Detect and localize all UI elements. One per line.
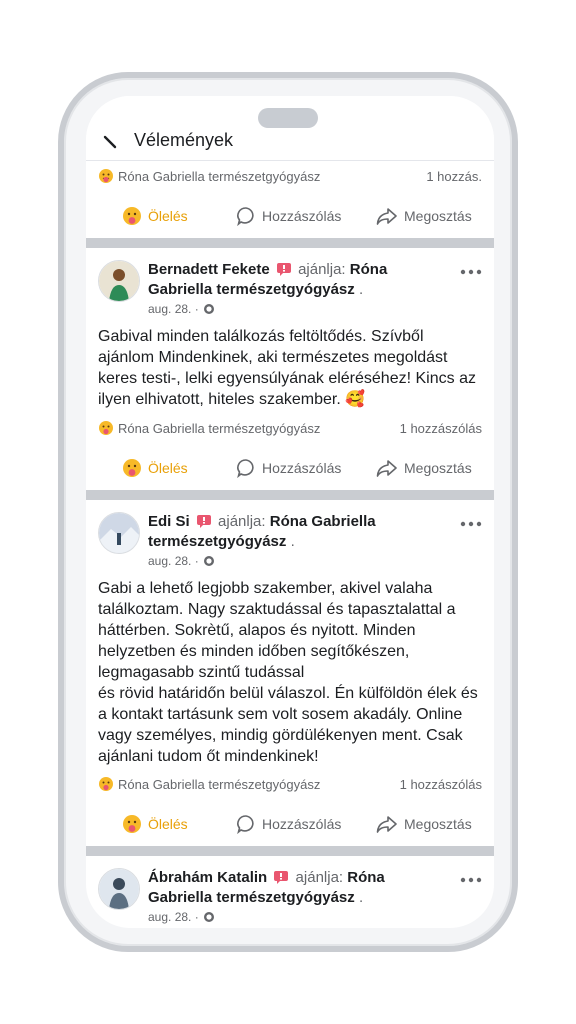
post-text-paragraph: és rövid határidőn belül válaszol. Én kü… — [98, 685, 478, 765]
section-divider — [86, 238, 494, 248]
share-label: Megosztás — [404, 816, 472, 832]
comment-label: Hozzászólás — [262, 460, 342, 476]
post-text: Gabi a lehető legjobb szakember, akivel … — [98, 578, 482, 767]
hug-button[interactable]: Ölelés — [122, 448, 188, 488]
comment-count[interactable]: 1 hozzás. — [426, 169, 482, 184]
recommends-text: ajánlja: — [295, 869, 344, 886]
comment-icon — [237, 207, 254, 226]
post-actions: Ölelés Hozzászólás Megosztás — [86, 804, 494, 844]
hug-label: Ölelés — [148, 816, 188, 832]
recommends-text: ajánlja: — [218, 513, 266, 530]
reaction-summary[interactable]: Róna Gabriella természetgyógyász 1 hozzá… — [98, 420, 482, 442]
globe-icon — [203, 556, 214, 566]
comment-count[interactable]: 1 hozzászólás — [400, 777, 482, 792]
hug-emoji-icon — [99, 169, 113, 183]
recommend-flag-icon — [276, 263, 291, 276]
post-text-paragraph: Gabi a lehető legjobb szakember, akivel … — [98, 580, 456, 681]
hug-label: Ölelés — [148, 208, 188, 224]
post-actions: Ölelés Hozzászólás Megosztás — [86, 196, 494, 236]
post-date[interactable]: aug. 28. · — [148, 302, 215, 316]
comment-button[interactable]: Hozzászólás — [236, 196, 341, 236]
share-icon — [376, 816, 397, 833]
recommends-text: ajánlja: — [298, 261, 346, 278]
comment-count[interactable]: 1 hozzászólás — [400, 421, 482, 436]
page-title: Vélemények — [134, 130, 234, 150]
recommend-flag-icon — [274, 871, 289, 884]
hug-emoji-icon — [99, 421, 113, 435]
heading-trail: . — [358, 889, 364, 906]
post-actions: Ölelés Hozzászólás Megosztás — [86, 448, 494, 488]
reaction-summary[interactable]: Róna Gabriella természetgyógyász 1 hozzá… — [98, 776, 482, 798]
hug-icon — [123, 207, 141, 225]
post-heading: Ábrahám Katalin ajánlja: Róna Gabriella … — [148, 868, 448, 908]
hug-icon — [123, 815, 141, 833]
globe-icon — [203, 304, 214, 314]
post-date[interactable]: aug. 28. · — [148, 554, 215, 568]
post-date-text: aug. 28. · — [148, 554, 199, 568]
more-options-icon[interactable] — [460, 876, 482, 884]
more-options-icon[interactable] — [460, 520, 482, 528]
comment-button[interactable]: Hozzászólás — [236, 448, 341, 488]
post-heading: Edi Si ajánlja: Róna Gabriella természet… — [148, 512, 448, 552]
reaction-page-name: Róna Gabriella természetgyógyász — [118, 421, 321, 436]
author-name[interactable]: Bernadett Fekete — [148, 261, 270, 278]
more-options-icon[interactable] — [460, 268, 482, 276]
reaction-summary[interactable]: Róna Gabriella természetgyógyász 1 hozzá… — [98, 168, 482, 190]
hug-emoji-icon — [99, 777, 113, 791]
share-button[interactable]: Megosztás — [376, 196, 472, 236]
back-arrow-icon[interactable] — [102, 134, 118, 150]
comment-label: Hozzászólás — [262, 816, 342, 832]
author-name[interactable]: Ábrahám Katalin — [148, 869, 267, 886]
share-icon — [376, 460, 397, 477]
screen: Vélemények Róna Gabriella természetgyógy… — [86, 96, 494, 928]
avatar[interactable] — [98, 868, 140, 910]
phone-notch — [258, 108, 318, 128]
comment-label: Hozzászólás — [262, 208, 342, 224]
reaction-page-name: Róna Gabriella természetgyógyász — [118, 169, 321, 184]
avatar[interactable] — [98, 512, 140, 554]
comment-button[interactable]: Hozzászólás — [236, 804, 341, 844]
hug-button[interactable]: Ölelés — [122, 804, 188, 844]
avatar[interactable] — [98, 260, 140, 302]
post-date[interactable]: aug. 28. · — [148, 910, 215, 924]
share-button[interactable]: Megosztás — [376, 804, 472, 844]
comment-icon — [237, 815, 254, 834]
share-label: Megosztás — [404, 208, 472, 224]
author-name[interactable]: Edi Si — [148, 513, 190, 530]
share-button[interactable]: Megosztás — [376, 448, 472, 488]
post-date-text: aug. 28. · — [148, 910, 199, 924]
comment-icon — [237, 459, 254, 478]
recommend-flag-icon — [196, 515, 211, 528]
post-text: Gabival minden találkozás feltöltődés. S… — [98, 328, 476, 408]
heading-trail: . — [358, 281, 364, 298]
hug-icon — [123, 459, 141, 477]
globe-icon — [203, 912, 214, 922]
reaction-page-name: Róna Gabriella természetgyógyász — [118, 777, 321, 792]
share-icon — [376, 208, 397, 225]
top-bar: Vélemények — [86, 96, 494, 161]
hug-label: Ölelés — [148, 460, 188, 476]
post-date-text: aug. 28. · — [148, 302, 199, 316]
post-heading: Bernadett Fekete ajánlja: Róna Gabriella… — [148, 260, 448, 300]
section-divider — [86, 490, 494, 500]
hug-button[interactable]: Ölelés — [122, 196, 188, 236]
section-divider — [86, 846, 494, 856]
heading-trail: . — [290, 533, 295, 550]
share-label: Megosztás — [404, 460, 472, 476]
